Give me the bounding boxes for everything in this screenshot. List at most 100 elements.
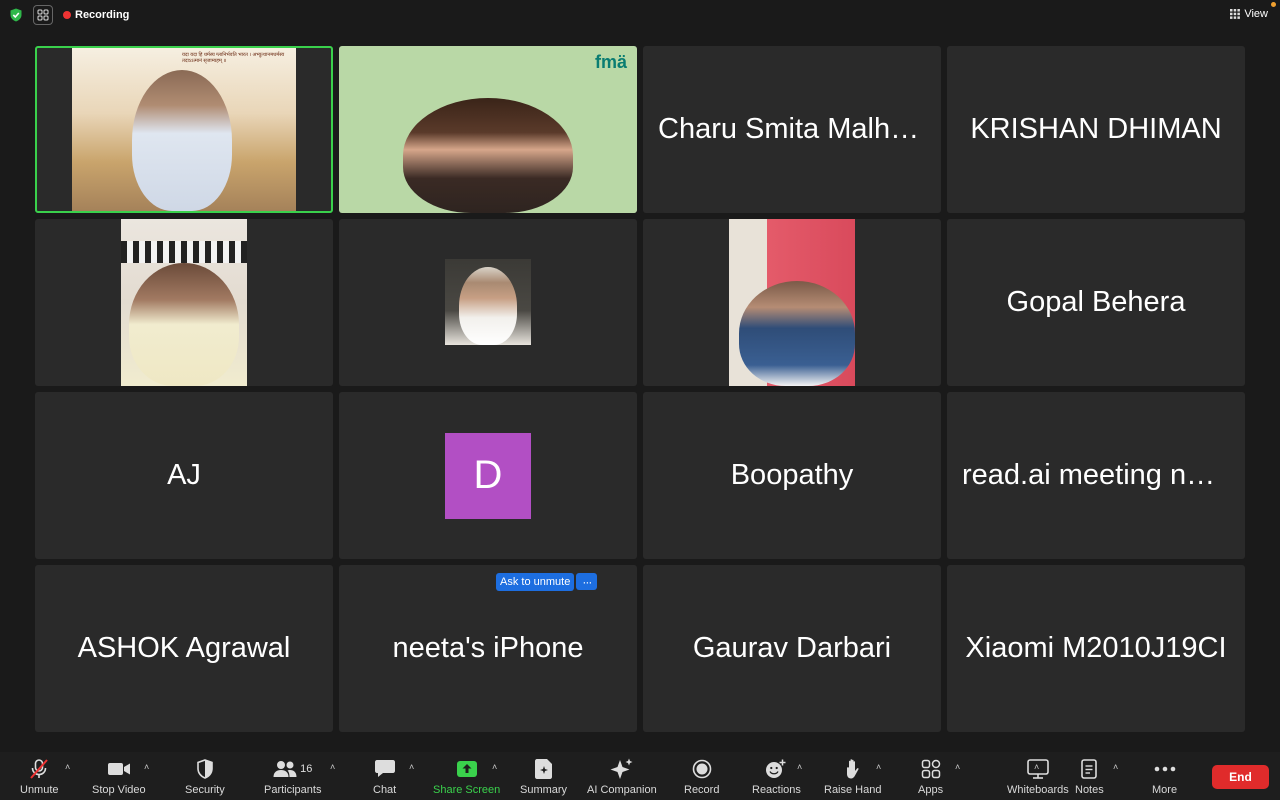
notes-icon <box>1081 759 1098 779</box>
participant-name: Charu Smita Malho… <box>658 113 932 145</box>
participant-video <box>445 259 531 345</box>
recording-label: Recording <box>75 9 130 21</box>
participant-figure <box>132 70 232 211</box>
participants-count: 16 <box>300 763 313 775</box>
chat-bubble-icon <box>374 760 395 777</box>
notes-button[interactable]: Notes <box>1075 758 1104 796</box>
participant-name: Boopathy <box>730 459 854 491</box>
participants-icon <box>273 761 297 777</box>
participant-tile[interactable]: D <box>339 392 637 559</box>
participant-tile[interactable]: Gaurav Darbari <box>643 565 941 732</box>
grid-view-icon <box>1230 9 1241 19</box>
participant-figure <box>459 267 517 345</box>
participant-grid: यदा यदा हि धर्मस्य ग्लानिर्भवति भारत । अ… <box>35 46 1245 732</box>
video-caption-text: यदा यदा हि धर्मस्य ग्लानिर्भवति भारत । अ… <box>182 52 285 64</box>
ai-sparkle-icon <box>610 758 633 779</box>
participant-figure <box>403 98 573 213</box>
participant-name: Gaurav Darbari <box>692 632 892 664</box>
stop-video-button[interactable]: Stop Video <box>92 758 146 796</box>
participant-tile[interactable]: AJ <box>35 392 333 559</box>
security-shield-icon[interactable] <box>9 8 23 22</box>
share-options-caret-icon[interactable]: ˄ <box>492 762 497 772</box>
meeting-info-icon[interactable] <box>33 5 53 25</box>
top-bar: Recording View <box>0 0 1280 30</box>
participant-tile[interactable]: read.ai meeting not… <box>947 392 1245 559</box>
more-dots-icon <box>1154 766 1175 772</box>
chat-options-caret-icon[interactable]: ˄ <box>409 762 414 772</box>
ai-companion-button[interactable]: AI Companion <box>587 758 657 796</box>
raise-hand-icon <box>846 759 859 779</box>
participant-tile[interactable]: Charu Smita Malho… <box>643 46 941 213</box>
participant-name: ASHOK Agrawal <box>77 632 291 664</box>
video-options-caret-icon[interactable]: ˄ <box>144 762 149 772</box>
end-meeting-button[interactable]: End <box>1212 765 1269 789</box>
security-label: Security <box>185 784 225 796</box>
participant-figure <box>739 281 855 386</box>
participants-label: Participants <box>264 784 322 796</box>
meeting-toolbar: Unmute ˄ Stop Video ˄ Security 16 Partic… <box>0 752 1280 800</box>
view-label: View <box>1244 8 1268 20</box>
participant-more-options-button[interactable]: ··· <box>576 573 598 590</box>
participant-tile-speaker[interactable]: यदा यदा हि धर्मस्य ग्लानिर्भवति भारत । अ… <box>35 46 333 213</box>
record-button[interactable]: Record <box>684 758 719 796</box>
participants-button[interactable]: 16 Participants <box>264 758 321 796</box>
participant-tile[interactable] <box>35 219 333 386</box>
chat-button[interactable]: Chat <box>373 758 396 796</box>
ai-companion-label: AI Companion <box>587 784 657 796</box>
fma-logo: fmä <box>594 52 627 72</box>
share-screen-button[interactable]: Share Screen <box>433 758 500 796</box>
apps-options-caret-icon[interactable]: ˄ <box>955 762 960 772</box>
participant-tile[interactable]: Xiaomi M2010J19CI <box>947 565 1245 732</box>
record-label: Record <box>684 784 720 796</box>
whiteboards-options-caret-icon[interactable]: ˄ <box>1034 762 1039 772</box>
stop-video-label: Stop Video <box>92 784 146 796</box>
participant-tile[interactable]: ASHOK Agrawal <box>35 565 333 732</box>
video-camera-icon <box>107 763 130 775</box>
participant-tile[interactable] <box>643 219 941 386</box>
view-button[interactable]: View <box>1230 2 1276 20</box>
reactions-emoji-icon <box>766 759 786 778</box>
participant-tile[interactable]: Boopathy <box>643 392 941 559</box>
participant-video <box>121 219 247 386</box>
audio-options-caret-icon[interactable]: ˄ <box>65 762 70 772</box>
summary-label: Summary <box>520 784 568 796</box>
participant-avatar: D <box>445 432 531 519</box>
shield-icon <box>197 759 213 779</box>
summary-button[interactable]: Summary <box>520 758 567 796</box>
more-button[interactable]: More <box>1152 758 1177 796</box>
participant-name: AJ <box>167 459 201 491</box>
participant-name: Xiaomi M2010J19CI <box>965 632 1227 664</box>
participant-tile[interactable]: KRISHAN DHIMAN <box>947 46 1245 213</box>
raise-hand-options-caret-icon[interactable]: ˄ <box>876 762 881 772</box>
participant-video <box>729 219 855 386</box>
apps-label: Apps <box>918 784 944 796</box>
raise-hand-button[interactable]: Raise Hand <box>824 758 881 796</box>
avatar-letter: D <box>473 453 503 497</box>
participant-video: fmä <box>339 46 637 213</box>
participant-tile[interactable] <box>339 219 637 386</box>
recording-dot-icon <box>63 11 71 19</box>
reactions-label: Reactions <box>752 784 801 796</box>
whiteboards-label: Whiteboards <box>1007 784 1069 796</box>
participant-video: यदा यदा हि धर्मस्य ग्लानिर्भवति भारत । अ… <box>72 48 296 211</box>
ask-to-unmute-button[interactable]: Ask to unmute <box>496 573 575 591</box>
record-icon <box>692 759 712 779</box>
participants-options-caret-icon[interactable]: ˄ <box>330 762 335 772</box>
share-screen-label: Share Screen <box>433 784 501 796</box>
decorative-pattern <box>121 241 247 263</box>
notification-dot <box>1271 2 1276 7</box>
notes-label: Notes <box>1075 784 1104 796</box>
reactions-options-caret-icon[interactable]: ˄ <box>797 762 802 772</box>
recording-indicator[interactable]: Recording <box>63 9 129 21</box>
participant-tile[interactable]: Gopal Behera <box>947 219 1245 386</box>
unmute-button[interactable]: Unmute <box>20 758 59 796</box>
participant-tile-fma[interactable]: fmä <box>339 46 637 213</box>
apps-icon <box>921 759 940 779</box>
apps-button[interactable]: Apps <box>918 758 943 796</box>
share-screen-icon <box>456 761 477 777</box>
security-button[interactable]: Security <box>185 758 225 796</box>
notes-options-caret-icon[interactable]: ˄ <box>1113 762 1118 772</box>
reactions-button[interactable]: Reactions <box>752 758 801 796</box>
participant-name: read.ai meeting not… <box>962 459 1236 491</box>
unmute-label: Unmute <box>20 784 59 796</box>
